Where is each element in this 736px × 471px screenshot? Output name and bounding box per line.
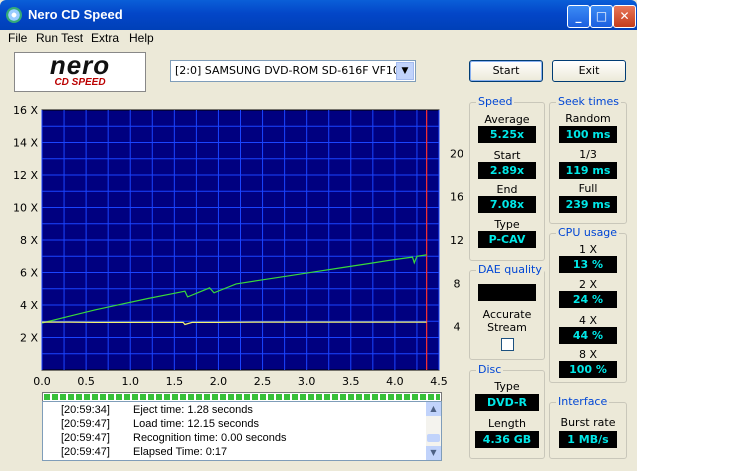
disc-type-label: Type: [494, 380, 520, 393]
cpu-2x-label: 2 X: [578, 278, 598, 291]
scroll-down-icon[interactable]: ▼: [426, 446, 441, 460]
start-button[interactable]: Start: [469, 60, 543, 82]
speed-group-label: Speed: [476, 95, 515, 108]
y-tick-label: 16 X: [13, 104, 38, 117]
cpu-8x-value: 100 %: [559, 361, 617, 378]
window-title: Nero CD Speed: [28, 7, 123, 22]
one-third-label: 1/3: [579, 148, 597, 161]
y-tick-label: 4 X: [20, 299, 38, 312]
type-label: Type: [494, 218, 520, 231]
full-label: Full: [578, 182, 598, 195]
speed-group: Speed Average 5.25x Start 2.89x End 7.08…: [469, 95, 545, 261]
interface-group: Interface Burst rate 1 MB/s: [549, 395, 627, 459]
y2-tick-label: 16: [450, 191, 463, 204]
y2-tick-label: 12: [450, 234, 463, 247]
disc-type-value: DVD-R: [475, 394, 539, 411]
maximize-button[interactable]: □: [590, 5, 613, 28]
x-tick-label: 4.5: [430, 375, 448, 388]
transfer-rate-chart: 0.0 0.5 1.0 1.5 2.0 2.5 3.0 3.5 4.0 4.5 2 X 4 X 6 X 8…: [13, 104, 463, 388]
exit-button[interactable]: Exit: [552, 60, 626, 82]
x-tick-label: 0.0: [33, 375, 51, 388]
y-tick-label: 8 X: [20, 234, 38, 247]
x-tick-label: 1.5: [166, 375, 184, 388]
y-tick-label: 2 X: [20, 332, 38, 345]
start-label: Start: [493, 149, 521, 162]
burst-rate-label: Burst rate: [560, 416, 616, 429]
cpu-8x-label: 8 X: [578, 348, 598, 361]
disc-group-label: Disc: [476, 363, 504, 376]
menu-bar: File Run Test Extra Help: [0, 30, 637, 47]
y2-tick-label: 20: [450, 147, 463, 160]
main-window: Nero CD Speed _ □ ✕ File Run Test Extra …: [0, 0, 637, 471]
accurate-label: Accurate: [482, 308, 532, 321]
x-tick-label: 2.0: [210, 375, 228, 388]
drive-select[interactable]: [2:0] SAMSUNG DVD-ROM SD-616F VF100 ▼: [170, 60, 416, 82]
scroll-up-icon[interactable]: ▲: [426, 402, 441, 416]
y-tick-label: 12 X: [13, 169, 38, 182]
random-value: 100 ms: [559, 126, 617, 143]
menu-file[interactable]: File: [8, 31, 27, 45]
close-button[interactable]: ✕: [613, 5, 636, 28]
full-value: 239 ms: [559, 196, 617, 213]
one-third-value: 119 ms: [559, 162, 617, 179]
random-label: Random: [565, 112, 611, 125]
seek-group-label: Seek times: [556, 95, 621, 108]
x-tick-label: 1.0: [121, 375, 139, 388]
dae-group-label: DAE quality: [476, 263, 544, 276]
end-value: 7.08x: [478, 196, 536, 213]
progress-fill: [44, 394, 440, 400]
y-tick-label: 14 X: [13, 137, 38, 150]
chevron-down-icon[interactable]: ▼: [396, 62, 414, 80]
cpu-1x-value: 13 %: [559, 256, 617, 273]
log-scrollbar[interactable]: ▲ ▼: [426, 402, 441, 460]
x-tick-label: 4.0: [386, 375, 404, 388]
seek-times-group: Seek times Random 100 ms 1/3 119 ms Full…: [549, 95, 627, 224]
disc-group: Disc Type DVD-R Length 4.36 GB: [469, 363, 545, 459]
cpu-2x-value: 24 %: [559, 291, 617, 308]
menu-extra[interactable]: Extra: [91, 31, 119, 45]
end-label: End: [496, 183, 518, 196]
length-value: 4.36 GB: [475, 431, 539, 448]
nero-logo: nero CD SPEED: [14, 52, 146, 92]
x-tick-label: 3.5: [342, 375, 360, 388]
x-tick-label: 2.5: [254, 375, 272, 388]
log-list[interactable]: [20:59:34] Eject time: 1.28 seconds [20:5…: [42, 401, 442, 461]
cpu-group-label: CPU usage: [556, 226, 620, 239]
average-label: Average: [484, 113, 530, 126]
y2-tick-label: 4: [454, 321, 461, 334]
title-bar[interactable]: Nero CD Speed _ □ ✕: [0, 0, 637, 30]
x-tick-label: 0.5: [77, 375, 95, 388]
cpu-1x-label: 1 X: [578, 243, 598, 256]
menu-run-test[interactable]: Run Test: [36, 31, 83, 45]
cpu-4x-label: 4 X: [578, 314, 598, 327]
start-value: 2.89x: [478, 162, 536, 179]
burst-rate-value: 1 MB/s: [559, 431, 617, 448]
drive-selected-value: [2:0] SAMSUNG DVD-ROM SD-616F VF100: [175, 64, 407, 77]
y-tick-label: 10 X: [13, 202, 38, 215]
dae-quality-group: DAE quality Accurate Stream: [469, 263, 545, 360]
average-value: 5.25x: [478, 126, 536, 143]
dae-value: [478, 284, 536, 301]
cpu-usage-group: CPU usage 1 X 13 % 2 X 24 % 4 X 44 % 8 X…: [549, 226, 627, 383]
accurate-stream-checkbox[interactable]: [501, 338, 514, 351]
y-tick-label: 6 X: [20, 267, 38, 280]
stream-label: Stream: [487, 321, 527, 334]
nero-cd-icon: [6, 7, 22, 23]
y2-tick-label: 8: [454, 277, 461, 290]
cpu-4x-value: 44 %: [559, 327, 617, 344]
length-label: Length: [488, 417, 526, 430]
scroll-thumb[interactable]: [427, 434, 440, 442]
minimize-button[interactable]: _: [567, 5, 590, 28]
menu-help[interactable]: Help: [129, 31, 154, 45]
x-tick-label: 3.0: [298, 375, 316, 388]
interface-group-label: Interface: [556, 395, 610, 408]
type-value: P-CAV: [478, 231, 536, 248]
